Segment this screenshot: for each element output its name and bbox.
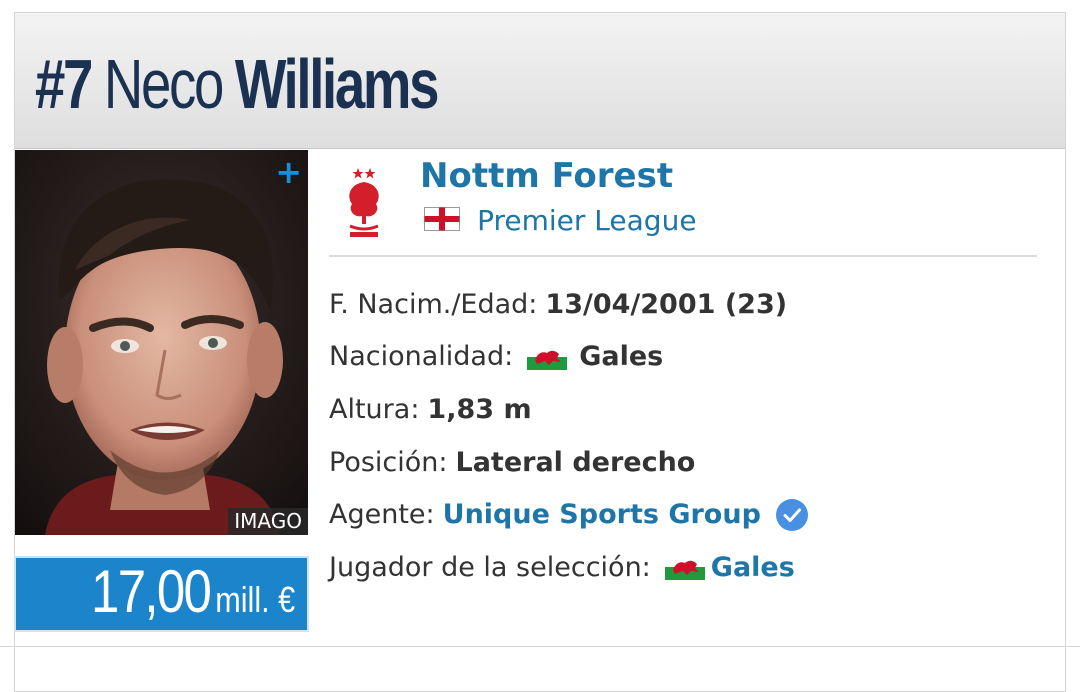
position-label: Posición: [329,446,448,478]
league-name-link[interactable]: Premier League [477,204,696,237]
info-row-nationality: Nacionalidad: Gales [329,331,809,384]
position-value: Lateral derecho [455,446,696,478]
club-name-link[interactable]: Nottm Forest [420,156,673,196]
nationality-label: Nacionalidad: [329,341,514,373]
shirt-number: #7 [35,45,93,123]
england-flag-icon [424,206,460,231]
league-row[interactable]: Premier League [424,204,697,240]
wales-flag-icon [527,343,568,370]
card-bottom-border [0,646,1080,647]
nottingham-forest-crest-icon[interactable] [344,162,384,240]
info-row-agent: Agente: Unique Sports Group [329,488,809,541]
info-row-national-team: Jugador de la selección: Gales [329,541,809,594]
verified-check-icon [775,498,808,531]
info-row-position: Posición: Lateral derecho [329,436,809,489]
player-header: #7 Neco Williams [15,13,1065,149]
nationality-value: Gales [579,341,664,373]
info-row-height: Altura: 1,83 m [329,383,809,436]
birth-label: F. Nacim./Edad: [329,288,538,320]
wales-flag-icon [664,554,705,581]
market-value-box[interactable]: 17,00 mill. € [14,556,309,632]
national-team-label: Jugador de la selección: [329,551,651,583]
height-label: Altura: [329,393,420,425]
agent-link[interactable]: Unique Sports Group [443,499,761,530]
height-value: 1,83 m [427,393,532,425]
national-team-link[interactable]: Gales [711,552,795,583]
player-title: #7 Neco Williams [35,39,440,129]
player-portrait-image [15,150,308,535]
market-value-amount: 17,00 [90,558,212,625]
player-last-name: Williams [234,45,440,123]
section-divider [329,255,1037,257]
photo-credit: IMAGO [228,508,308,535]
add-photo-plus-icon[interactable]: + [275,154,302,190]
player-photo[interactable]: + IMAGO [15,150,308,535]
info-row-birth: F. Nacim./Edad: 13/04/2001 (23) [329,278,809,331]
agent-label: Agente: [329,499,435,531]
player-info-list: F. Nacim./Edad: 13/04/2001 (23) Nacional… [329,278,809,594]
birth-value: 13/04/2001 (23) [545,288,788,320]
market-value-unit: mill. € [215,579,295,620]
player-first-name: Neco [103,45,224,123]
